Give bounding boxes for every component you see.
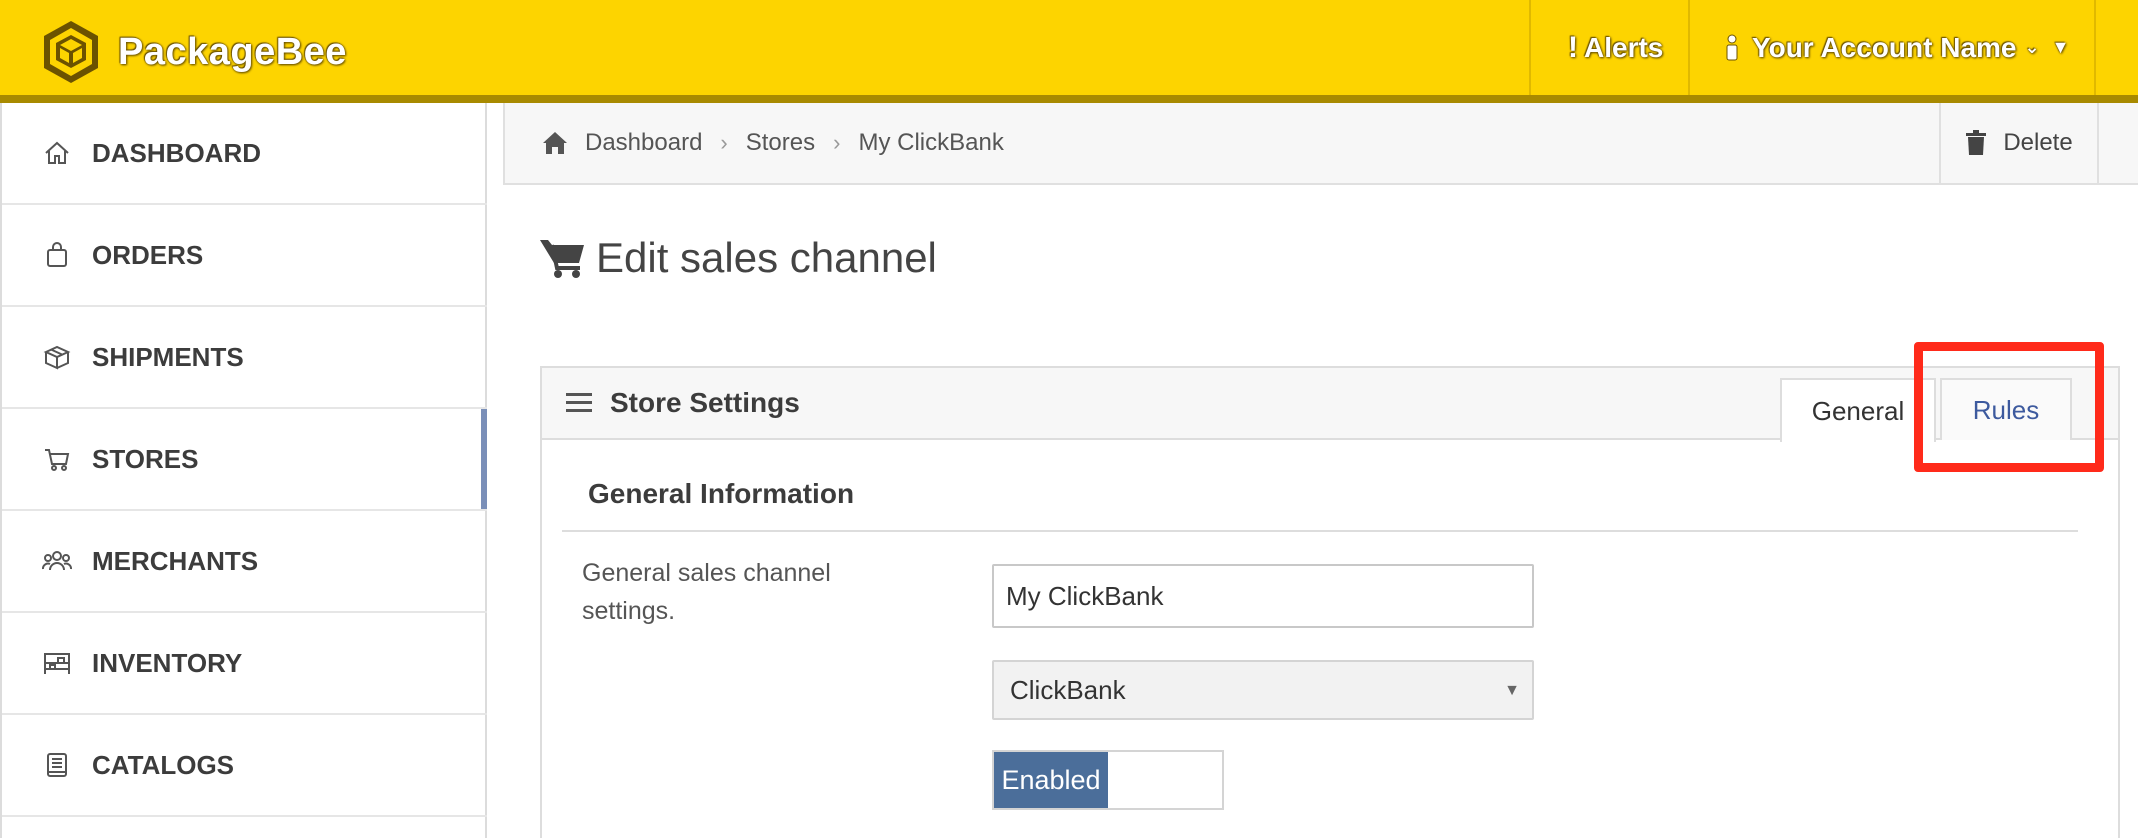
- shopping-bag-icon: [40, 238, 74, 272]
- menu-bars-icon: [566, 393, 592, 412]
- caret-down-icon: ▼: [2051, 37, 2070, 57]
- page-title-text: Edit sales channel: [596, 234, 937, 281]
- home-icon: [543, 132, 567, 154]
- breadcrumb-bar: Dashboard › Stores › My ClickBank Delete: [503, 103, 2138, 185]
- brand-name: PackageBee: [118, 30, 347, 73]
- home-icon: [40, 136, 74, 170]
- topbar-divider: [1529, 0, 1531, 95]
- alerts-label: Alerts: [1584, 31, 1664, 63]
- chevron-right-icon: ›: [833, 130, 841, 155]
- breadcrumb: Dashboard › Stores › My ClickBank: [541, 103, 1004, 183]
- cart-icon: [540, 240, 584, 278]
- user-icon: [1726, 34, 1738, 60]
- sidebar-item-label: ORDERS: [92, 239, 204, 270]
- sidebar-item-label: INVENTORY: [92, 647, 243, 678]
- panel-header: Store Settings General Rules: [542, 368, 2118, 442]
- store-name-input[interactable]: [992, 564, 1534, 628]
- sidebar-item-catalogs[interactable]: CATALOGS: [2, 715, 487, 817]
- dropdown-arrow-icon: ▼: [1504, 682, 1520, 699]
- channel-type-value: ClickBank: [1010, 674, 1126, 705]
- sidebar-item-label: STORES: [92, 443, 199, 474]
- book-icon: [40, 748, 74, 782]
- panel-title: Store Settings: [566, 368, 800, 438]
- panel-title-text: Store Settings: [610, 387, 800, 418]
- breadcrumb-current: My ClickBank: [858, 129, 1004, 156]
- section-title: General Information: [588, 478, 855, 509]
- breadcrumb-stores[interactable]: Stores: [746, 129, 815, 157]
- sidebar-item-shipments[interactable]: SHIPMENTS: [2, 307, 487, 409]
- account-menu[interactable]: Your Account Name ⌄ ▼: [1724, 0, 2069, 95]
- packagebee-logo-icon: [44, 21, 98, 83]
- tab-rules[interactable]: Rules: [1940, 378, 2072, 440]
- box-icon: [40, 340, 74, 374]
- topbar-divider: [1688, 0, 1690, 95]
- chevron-right-icon: ›: [720, 130, 728, 155]
- sidebar-item-merchants[interactable]: MERCHANTS: [2, 511, 487, 613]
- sidebar-item-label: SHIPMENTS: [92, 341, 244, 372]
- sidebar-item-label: MERCHANTS: [92, 545, 259, 576]
- topbar-divider: [2094, 0, 2096, 95]
- top-navbar: PackageBee ! Alerts Your Account Name ⌄ …: [0, 0, 2138, 103]
- field-description: General sales channel settings.: [582, 559, 831, 625]
- toggle-on-label: Enabled: [994, 752, 1108, 808]
- alerts-link[interactable]: ! Alerts: [1568, 0, 1663, 95]
- brand[interactable]: PackageBee: [38, 18, 347, 86]
- sidebar: DASHBOARD ORDERS SHIPMENTS STORES MERCHA…: [0, 103, 487, 838]
- sidebar-item-label: CATALOGS: [92, 749, 235, 780]
- sidebar-item-dashboard[interactable]: DASHBOARD: [2, 103, 487, 205]
- sidebar-item-label: DASHBOARD: [92, 137, 261, 168]
- warehouse-icon: [40, 646, 74, 680]
- breadcrumb-dashboard[interactable]: Dashboard: [585, 129, 702, 157]
- tab-general[interactable]: General: [1780, 378, 1936, 442]
- sidebar-item-orders[interactable]: ORDERS: [2, 205, 487, 307]
- alert-icon: !: [1568, 30, 1578, 64]
- sidebar-item-inventory[interactable]: INVENTORY: [2, 613, 487, 715]
- account-name: Your Account Name: [1752, 31, 2017, 63]
- delete-label: Delete: [2003, 129, 2073, 156]
- channel-type-select[interactable]: ClickBank ▼: [992, 660, 1534, 720]
- delete-button[interactable]: Delete: [1939, 103, 2099, 183]
- enabled-toggle[interactable]: Enabled: [992, 750, 1224, 810]
- users-icon: [40, 544, 74, 578]
- sidebar-item-stores[interactable]: STORES: [2, 409, 487, 511]
- trash-icon: [1966, 130, 1987, 155]
- cart-icon: [40, 442, 74, 476]
- section-divider: [562, 530, 2078, 532]
- page-title: Edit sales channel: [540, 228, 937, 288]
- store-settings-panel: Store Settings General Rules General Inf…: [540, 366, 2120, 838]
- chevron-down-icon: ⌄: [2024, 37, 2040, 57]
